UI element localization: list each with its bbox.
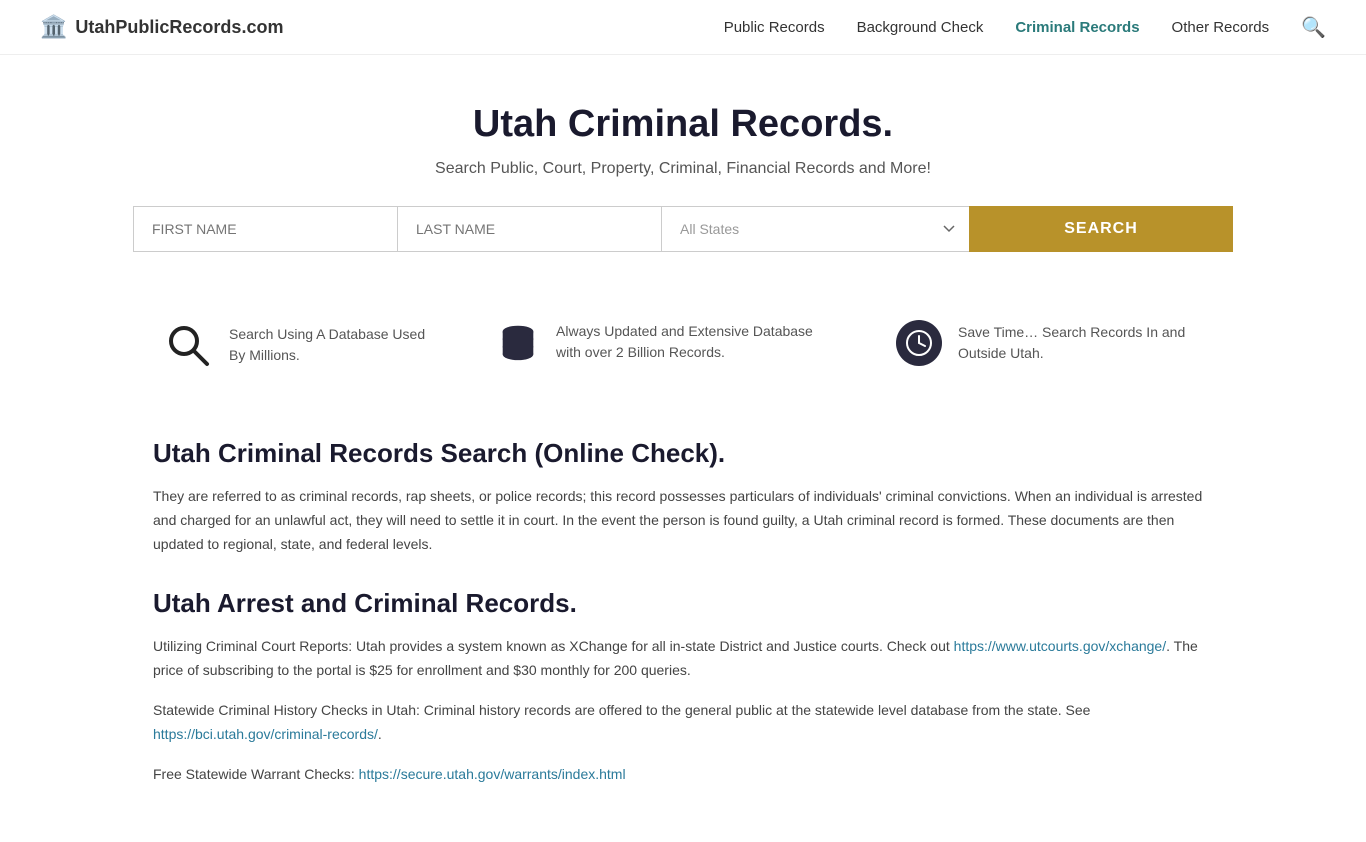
page-title: Utah Criminal Records. bbox=[40, 103, 1326, 146]
utcourts-link[interactable]: https://www.utcourts.gov/xchange/ bbox=[954, 638, 1166, 654]
nav-other-records[interactable]: Other Records bbox=[1172, 19, 1270, 36]
first-name-input[interactable] bbox=[133, 206, 397, 252]
hero-section: Utah Criminal Records. Search Public, Co… bbox=[0, 55, 1366, 284]
state-select[interactable]: All StatesAlabamaAlaskaArizonaArkansasCa… bbox=[661, 206, 969, 252]
clock-icon bbox=[896, 320, 942, 366]
section2-para1: Utilizing Criminal Court Reports: Utah p… bbox=[153, 635, 1213, 683]
database-icon bbox=[496, 320, 540, 364]
logo-text: UtahPublicRecords.com bbox=[75, 17, 283, 38]
search-large-icon bbox=[163, 320, 213, 370]
feature-search: Search Using A Database Used By Millions… bbox=[163, 320, 436, 370]
section2-para2: Statewide Criminal History Checks in Uta… bbox=[153, 699, 1213, 747]
search-button[interactable]: SEARCH bbox=[969, 206, 1233, 252]
feature-clock: Save Time… Search Records In and Outside… bbox=[896, 320, 1203, 366]
last-name-input[interactable] bbox=[397, 206, 661, 252]
feature-database: Always Updated and Extensive Database wi… bbox=[496, 320, 836, 364]
search-bar: All StatesAlabamaAlaskaArizonaArkansasCa… bbox=[133, 206, 1233, 252]
hero-subtitle: Search Public, Court, Property, Criminal… bbox=[40, 160, 1326, 178]
section1-para1: They are referred to as criminal records… bbox=[153, 485, 1213, 556]
feature-database-text: Always Updated and Extensive Database wi… bbox=[556, 321, 836, 363]
logo[interactable]: 🏛️ UtahPublicRecords.com bbox=[40, 14, 283, 40]
header: 🏛️ UtahPublicRecords.com Public Records … bbox=[0, 0, 1366, 55]
main-nav: Public Records Background Check Criminal… bbox=[724, 15, 1326, 40]
bci-link[interactable]: https://bci.utah.gov/criminal-records/ bbox=[153, 726, 378, 742]
feature-clock-text: Save Time… Search Records In and Outside… bbox=[958, 322, 1203, 364]
section2-heading: Utah Arrest and Criminal Records. bbox=[153, 588, 1213, 619]
feature-search-text: Search Using A Database Used By Millions… bbox=[229, 324, 436, 366]
nav-background-check[interactable]: Background Check bbox=[857, 19, 984, 36]
features-section: Search Using A Database Used By Millions… bbox=[83, 284, 1283, 406]
search-icon[interactable]: 🔍 bbox=[1301, 15, 1326, 40]
main-content: Utah Criminal Records Search (Online Che… bbox=[113, 438, 1253, 842]
nav-public-records[interactable]: Public Records bbox=[724, 19, 825, 36]
logo-icon: 🏛️ bbox=[40, 14, 67, 40]
nav-criminal-records[interactable]: Criminal Records bbox=[1015, 19, 1139, 36]
section1-heading: Utah Criminal Records Search (Online Che… bbox=[153, 438, 1213, 469]
section2-para3: Free Statewide Warrant Checks: https://s… bbox=[153, 763, 1213, 787]
